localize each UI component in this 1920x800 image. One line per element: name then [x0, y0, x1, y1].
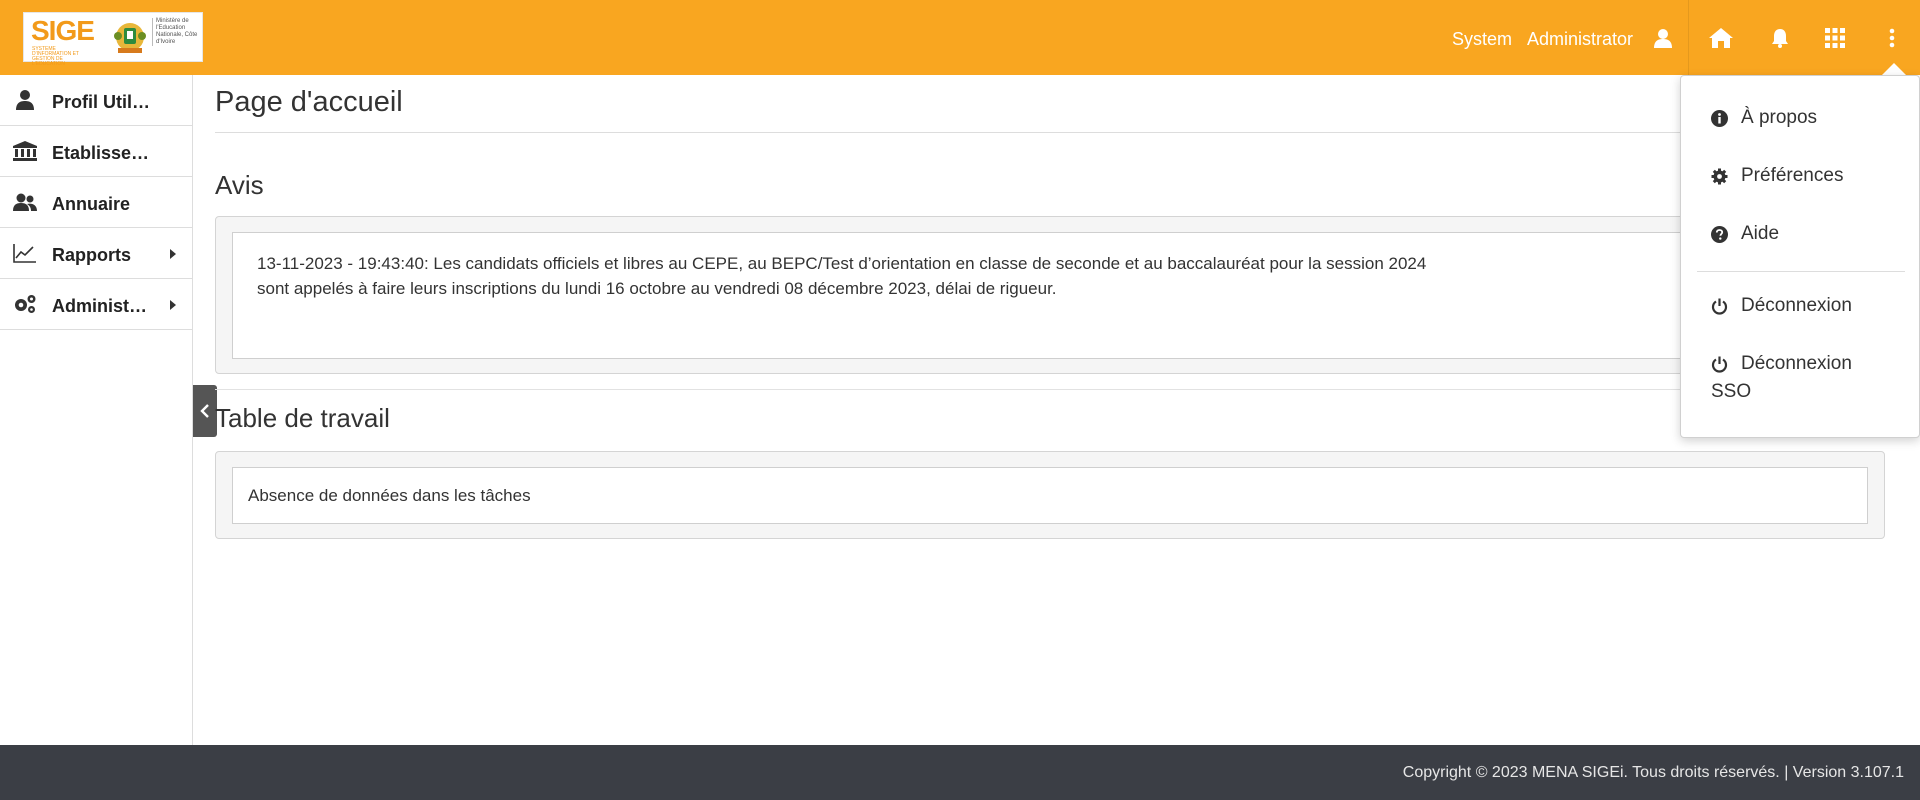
power-icon [1711, 356, 1728, 373]
cogs-icon [15, 295, 36, 313]
power-icon [1711, 298, 1728, 315]
logo[interactable]: SIGE SYSTEME D'INFORMATION ET GESTION DE… [23, 12, 203, 67]
menu-item-label-line2: SSO [1711, 381, 1752, 402]
notice-line-1: 13-11-2023 - 19:43:40: Les candidats off… [257, 254, 1427, 273]
menu-item-logout[interactable]: Déconnexion [1711, 292, 1852, 320]
sidebar-collapse-button[interactable] [193, 385, 217, 437]
footer: Copyright © 2023 MENA SIGEi. Tous droits… [0, 745, 1920, 800]
caret-right-icon [170, 300, 176, 310]
user-icon [16, 90, 34, 110]
worktable-panel: Absence de données dans les tâches [215, 451, 1885, 539]
section-divider [215, 389, 1885, 390]
menu-item-logout-sso[interactable]: Déconnexion SSO [1711, 350, 1911, 406]
sidebar-item-annuaire[interactable]: Annuaire [0, 177, 192, 228]
chevron-left-icon [200, 404, 209, 418]
home-icon[interactable] [1705, 22, 1737, 54]
menu-item-help[interactable]: Aide [1711, 220, 1779, 248]
menu-divider [1697, 271, 1905, 272]
worktable-box: Absence de données dans les tâches [232, 467, 1868, 524]
sidebar-item-administration[interactable]: Administ… [0, 279, 192, 330]
sidebar-item-label: Etablisse… [52, 143, 150, 163]
bell-icon[interactable] [1764, 22, 1796, 54]
menu-item-label: Préférences [1741, 165, 1844, 186]
logo-brand-subtitle: SYSTEME D'INFORMATION ET GESTION DE L'ED… [32, 46, 79, 67]
worktable-title: Table de travail [215, 403, 390, 433]
user-last-name[interactable]: Administrator [1527, 29, 1633, 50]
menu-item-about[interactable]: À propos [1711, 104, 1817, 132]
footer-copyright: Copyright © 2023 MENA SIGEi. Tous droits… [1402, 764, 1904, 781]
sidebar-item-etablissements[interactable]: Etablisse… [0, 126, 192, 177]
title-divider [215, 132, 1885, 133]
notices-title: Avis [215, 170, 264, 200]
menu-item-label: Déconnexion [1741, 295, 1852, 316]
sidebar-item-label: Administ… [52, 296, 148, 316]
sidebar-item-profil[interactable]: Profil Util… [0, 75, 192, 126]
logo-brand: SIGE [31, 15, 95, 46]
coat-of-arms-icon [114, 23, 146, 53]
notices-panel: 13-11-2023 - 19:43:40: Les candidats off… [215, 216, 1885, 374]
apps-grid-icon[interactable] [1819, 22, 1851, 54]
sidebar-item-label: Rapports [52, 245, 132, 265]
page-title: Page d'accueil [215, 86, 403, 118]
notice-text: 13-11-2023 - 19:43:40: Les candidats off… [257, 251, 1757, 301]
info-circle-icon [1711, 110, 1728, 127]
users-icon [13, 193, 37, 211]
menu-item-preferences[interactable]: Préférences [1711, 162, 1843, 190]
bank-icon [13, 141, 37, 161]
sidebar-item-rapports[interactable]: Rapports [0, 228, 192, 279]
dropdown-arrow [1882, 63, 1906, 75]
user-icon[interactable] [1647, 22, 1679, 54]
line-chart-icon [13, 244, 36, 263]
caret-right-icon [170, 249, 176, 259]
sidebar-item-label: Profil Util… [52, 92, 150, 112]
sidebar: Profil Util… Etablisse… Annuaire Rapport… [0, 75, 193, 745]
notice-line-2: sont appelés à faire leurs inscriptions … [257, 279, 1057, 298]
menu-item-label: Déconnexion [1741, 353, 1852, 374]
header-divider [1688, 0, 1689, 75]
user-first-name[interactable]: System [1452, 29, 1512, 50]
settings-dropdown-menu: À propos Préférences Aide Déconnexion Dé… [1680, 75, 1920, 438]
gear-icon [1711, 168, 1728, 185]
top-navbar: SIGE SYSTEME D'INFORMATION ET GESTION DE… [0, 0, 1920, 75]
question-circle-icon [1711, 226, 1728, 243]
worktable-empty-text: Absence de données dans les tâches [248, 486, 531, 505]
more-vertical-icon[interactable] [1876, 22, 1908, 54]
logo-ministry-text: Ministère de l'Education Nationale, Côte… [152, 18, 202, 46]
notice-box: 13-11-2023 - 19:43:40: Les candidats off… [232, 232, 1868, 359]
sidebar-item-label: Annuaire [52, 194, 131, 214]
